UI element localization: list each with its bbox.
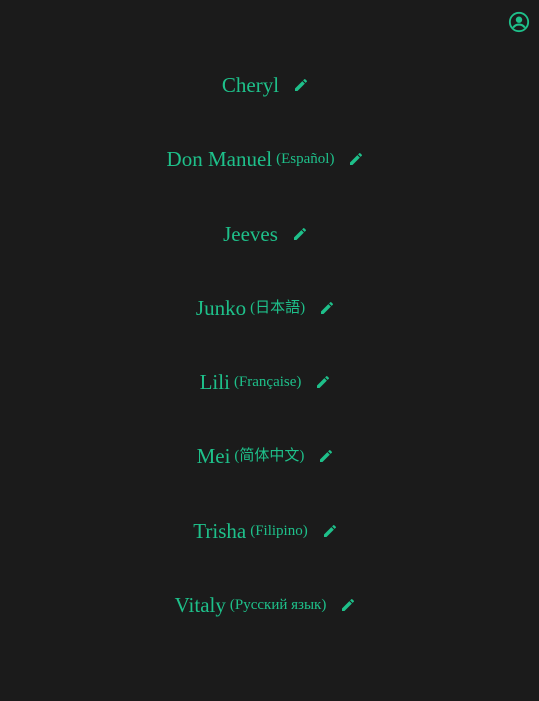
edit-voice-button[interactable] <box>348 151 364 167</box>
edit-voice-button[interactable] <box>318 448 334 464</box>
pencil-icon <box>315 374 331 390</box>
voice-language: (Español) <box>276 151 335 167</box>
edit-voice-button[interactable] <box>319 300 335 316</box>
voice-name[interactable]: Trisha <box>193 515 246 547</box>
pencil-icon <box>318 448 334 464</box>
pencil-icon <box>340 597 356 613</box>
edit-voice-button[interactable] <box>292 226 308 242</box>
account-button[interactable] <box>508 11 530 33</box>
voice-name[interactable]: Jeeves <box>223 218 278 250</box>
account-circle-icon <box>508 11 530 33</box>
voice-item-junko: Junko (日本語) <box>0 292 531 324</box>
voice-language: (Française) <box>233 374 302 390</box>
voice-language: (Filipino) <box>250 523 308 539</box>
edit-voice-button[interactable] <box>293 77 309 93</box>
voice-name[interactable]: Vitaly <box>175 589 226 621</box>
edit-voice-button[interactable] <box>322 523 338 539</box>
voice-name[interactable]: Mei <box>197 440 231 472</box>
voice-item-cheryl: Cheryl <box>0 69 531 101</box>
pencil-icon <box>322 523 338 539</box>
voice-name[interactable]: Cheryl <box>222 69 279 101</box>
voice-language: (简体中文) <box>234 448 305 464</box>
voice-item-mei: Mei (简体中文) <box>0 440 531 472</box>
voice-language: (Русский язык) <box>229 597 327 613</box>
voice-name[interactable]: Lili <box>200 366 230 398</box>
pencil-icon <box>319 300 335 316</box>
pencil-icon <box>292 226 308 242</box>
voice-item-lili: Lili (Française) <box>0 366 531 398</box>
voice-name[interactable]: Junko <box>196 292 246 324</box>
voice-item-jeeves: Jeeves <box>0 218 531 250</box>
voice-item-trisha: Trisha (Filipino) <box>0 515 531 547</box>
voice-item-vitaly: Vitaly (Русский язык) <box>0 589 531 621</box>
voice-item-don-manuel: Don Manuel (Español) <box>0 143 531 175</box>
voice-name[interactable]: Don Manuel <box>167 143 273 175</box>
voice-language: (日本語) <box>250 300 306 316</box>
edit-voice-button[interactable] <box>340 597 356 613</box>
edit-voice-button[interactable] <box>315 374 331 390</box>
pencil-icon <box>293 77 309 93</box>
pencil-icon <box>348 151 364 167</box>
